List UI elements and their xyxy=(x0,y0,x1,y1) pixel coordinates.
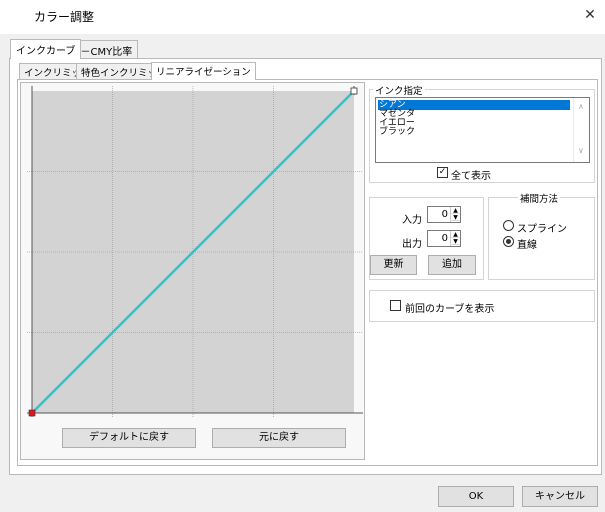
curve-point-end xyxy=(350,87,358,95)
update-button[interactable]: 更新 xyxy=(370,255,417,275)
output-label: 出力 xyxy=(402,239,422,250)
ink-select-group-label: インク指定 xyxy=(373,83,425,97)
ink-list-scrollbar[interactable]: ∧ ∨ xyxy=(573,98,589,162)
ink-item-black[interactable]: ブラック xyxy=(378,127,570,137)
ok-button[interactable]: OK xyxy=(438,486,514,507)
scroll-up-icon[interactable]: ∧ xyxy=(578,102,584,111)
add-button[interactable]: 追加 xyxy=(428,255,476,275)
linear-label: 直線 xyxy=(517,240,537,251)
reset-default-button[interactable]: デフォルトに戻す xyxy=(62,428,196,448)
show-previous-curve-label: 前回のカーブを表示 xyxy=(405,304,495,315)
linear-radio[interactable] xyxy=(503,236,514,247)
spin-down-icon[interactable]: ▼ xyxy=(451,238,460,245)
curve-editor[interactable] xyxy=(27,86,363,417)
output-spinner[interactable]: ▲ ▼ xyxy=(450,231,460,246)
show-previous-curve-checkbox[interactable] xyxy=(390,300,401,311)
input-label: 入力 xyxy=(402,215,422,226)
show-all-checkbox[interactable]: ✓ xyxy=(437,167,448,178)
ink-listbox[interactable]: シアン マゼンタ イエロー ブラック xyxy=(375,97,590,163)
spin-up-icon[interactable]: ▲ xyxy=(451,207,460,214)
input-spinner[interactable]: ▲ ▼ xyxy=(450,207,460,222)
spin-up-icon[interactable]: ▲ xyxy=(451,231,460,238)
spline-radio[interactable] xyxy=(503,220,514,231)
tab-linearization[interactable]: リニアライゼーション xyxy=(151,62,256,80)
curve-point-start xyxy=(28,409,36,417)
spin-down-icon[interactable]: ▼ xyxy=(451,214,460,221)
tab-ink-curve[interactable]: インクカーブ xyxy=(10,39,82,59)
cancel-button[interactable]: キャンセル xyxy=(522,486,598,507)
window-title: カラー調整 xyxy=(34,10,95,24)
spline-label: スプライン xyxy=(517,224,567,235)
interpolation-group-label: 補間方法 xyxy=(518,191,561,205)
show-all-label: 全て表示 xyxy=(451,171,491,182)
revert-button[interactable]: 元に戻す xyxy=(212,428,346,448)
scroll-down-icon[interactable]: ∨ xyxy=(578,146,584,155)
close-icon[interactable]: ✕ xyxy=(580,5,600,25)
